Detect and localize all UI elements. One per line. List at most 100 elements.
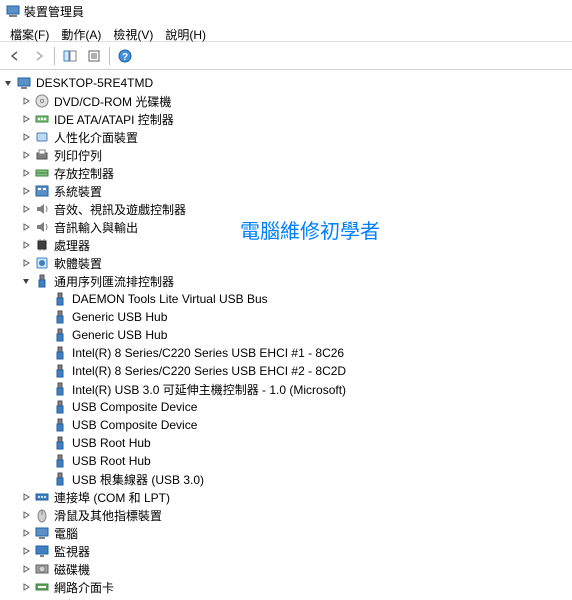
menu-action[interactable]: 動作(A) [55, 24, 107, 39]
tree-device[interactable]: USB Root Hub [2, 452, 570, 470]
expander-icon[interactable] [20, 257, 32, 269]
category-label: 監視器 [54, 543, 90, 560]
category-label: IDE ATA/ATAPI 控制器 [54, 111, 174, 128]
printer-icon [34, 147, 50, 163]
category-label: 人性化介面裝置 [54, 129, 138, 146]
tree-category[interactable]: 電腦 [2, 524, 570, 542]
tree-category[interactable]: IDE ATA/ATAPI 控制器 [2, 110, 570, 128]
expander-icon[interactable] [20, 203, 32, 215]
tree-category[interactable]: 鍵盤 [2, 596, 570, 600]
storage-icon [34, 165, 50, 181]
node-label: DESKTOP-5RE4TMD [36, 76, 153, 90]
category-label: 系統裝置 [54, 183, 102, 200]
expander-icon[interactable] [20, 131, 32, 143]
category-label: 網路介面卡 [54, 579, 114, 596]
expander-icon[interactable] [20, 491, 32, 503]
device-tree[interactable]: 電腦維修初學者 DESKTOP-5RE4TMDDVD/CD-ROM 光碟機IDE… [0, 70, 572, 600]
category-label: DVD/CD-ROM 光碟機 [54, 93, 171, 110]
tree-device[interactable]: Intel(R) 8 Series/C220 Series USB EHCI #… [2, 362, 570, 380]
tree-device[interactable]: Generic USB Hub [2, 326, 570, 344]
category-label: 滑鼠及其他指標裝置 [54, 507, 162, 524]
expander-icon[interactable] [20, 545, 32, 557]
tree-device[interactable]: DAEMON Tools Lite Virtual USB Bus [2, 290, 570, 308]
category-label: 音訊輸入與輸出 [54, 219, 138, 236]
tree-device[interactable]: Generic USB Hub [2, 308, 570, 326]
category-label: 列印佇列 [54, 147, 102, 164]
expander-icon[interactable] [20, 239, 32, 251]
tree-device[interactable]: USB Composite Device [2, 416, 570, 434]
category-label: 連接埠 (COM 和 LPT) [54, 489, 170, 506]
help-button[interactable]: ? [114, 45, 136, 67]
expander-icon[interactable] [20, 113, 32, 125]
tree-category[interactable]: 通用序列匯流排控制器 [2, 272, 570, 290]
category-label: 音效、視訊及遊戲控制器 [54, 201, 186, 218]
expander-icon[interactable] [20, 221, 32, 233]
tree-device[interactable]: USB Root Hub [2, 434, 570, 452]
device-label: Generic USB Hub [72, 328, 167, 342]
expander-icon[interactable] [20, 563, 32, 575]
category-label: 磁碟機 [54, 561, 90, 578]
tree-category[interactable]: 音訊輸入與輸出 [2, 218, 570, 236]
menu-file[interactable]: 檔案(F) [4, 24, 55, 39]
category-label: 通用序列匯流排控制器 [54, 273, 174, 290]
expander-icon[interactable] [20, 527, 32, 539]
svg-text:?: ? [122, 52, 128, 63]
device-label: USB Composite Device [72, 400, 197, 414]
tree-category[interactable]: 系統裝置 [2, 182, 570, 200]
tree-node-root[interactable]: DESKTOP-5RE4TMD [2, 74, 570, 92]
show-hide-console-button[interactable] [59, 45, 81, 67]
expander-icon[interactable] [20, 95, 32, 107]
expander-icon[interactable] [20, 167, 32, 179]
tree-category[interactable]: 軟體裝置 [2, 254, 570, 272]
tree-category[interactable]: 監視器 [2, 542, 570, 560]
mouse-icon [34, 507, 50, 523]
device-label: USB Root Hub [72, 436, 151, 450]
cpu-icon [34, 237, 50, 253]
system-icon [34, 183, 50, 199]
network-icon [34, 579, 50, 595]
expander-icon[interactable] [2, 77, 14, 89]
usb-icon [52, 471, 68, 487]
tree-device[interactable]: USB 根集線器 (USB 3.0) [2, 470, 570, 488]
device-label: USB 根集線器 (USB 3.0) [72, 471, 204, 488]
device-label: Intel(R) USB 3.0 可延伸主機控制器 - 1.0 (Microso… [72, 381, 346, 398]
tree-category[interactable]: 連接埠 (COM 和 LPT) [2, 488, 570, 506]
category-label: 存放控制器 [54, 165, 114, 182]
tree-category[interactable]: 網路介面卡 [2, 578, 570, 596]
expander-icon[interactable] [20, 149, 32, 161]
expander-icon[interactable] [20, 275, 32, 287]
toolbar-separator [109, 47, 110, 65]
usb-icon [52, 417, 68, 433]
titlebar: 裝置管理員 [0, 0, 572, 22]
tree-device[interactable]: Intel(R) USB 3.0 可延伸主機控制器 - 1.0 (Microso… [2, 380, 570, 398]
back-button[interactable] [4, 45, 26, 67]
device-label: Generic USB Hub [72, 310, 167, 324]
properties-button[interactable] [83, 45, 105, 67]
menu-view[interactable]: 檢視(V) [107, 24, 159, 39]
device-label: Intel(R) 8 Series/C220 Series USB EHCI #… [72, 346, 344, 360]
software-icon [34, 255, 50, 271]
audio-icon [34, 201, 50, 217]
tree-category[interactable]: 處理器 [2, 236, 570, 254]
expander-icon[interactable] [20, 185, 32, 197]
forward-button[interactable] [28, 45, 50, 67]
tree-category[interactable]: 滑鼠及其他指標裝置 [2, 506, 570, 524]
tree-category[interactable]: 音效、視訊及遊戲控制器 [2, 200, 570, 218]
device-label: DAEMON Tools Lite Virtual USB Bus [72, 292, 268, 306]
expander-icon[interactable] [20, 509, 32, 521]
device-label: USB Root Hub [72, 454, 151, 468]
tree-category[interactable]: DVD/CD-ROM 光碟機 [2, 92, 570, 110]
tree-category[interactable]: 磁碟機 [2, 560, 570, 578]
tree-category[interactable]: 列印佇列 [2, 146, 570, 164]
tree-category[interactable]: 人性化介面裝置 [2, 128, 570, 146]
category-label: 電腦 [54, 525, 78, 542]
toolbar: ? [0, 42, 572, 70]
usb-icon [52, 453, 68, 469]
menu-help[interactable]: 說明(H) [159, 24, 212, 39]
usb-icon [52, 363, 68, 379]
expander-icon[interactable] [20, 581, 32, 593]
tree-category[interactable]: 存放控制器 [2, 164, 570, 182]
usb-icon [52, 327, 68, 343]
tree-device[interactable]: Intel(R) 8 Series/C220 Series USB EHCI #… [2, 344, 570, 362]
tree-device[interactable]: USB Composite Device [2, 398, 570, 416]
